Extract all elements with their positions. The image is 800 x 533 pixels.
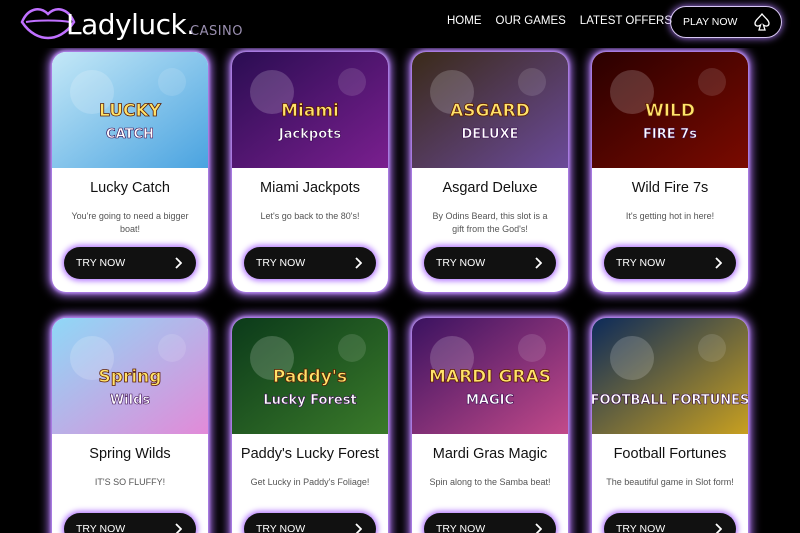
play-now-button[interactable]: PLAY NOW	[670, 6, 782, 38]
art-line-1: ASGARD	[450, 101, 530, 121]
game-title: Football Fortunes	[613, 446, 727, 462]
game-description: Let's go back to the 80's!	[260, 211, 360, 221]
chevron-right-icon	[355, 523, 362, 533]
chevron-right-icon	[535, 257, 542, 269]
game-thumbnail[interactable]: MARDI GRAS MAGIC	[412, 318, 568, 434]
art-line-2: DELUXE	[462, 127, 519, 142]
site-header: Ladyluck. CASINO HOME OUR GAMES LATEST O…	[0, 0, 800, 48]
game-title: Lucky Catch	[90, 180, 170, 196]
spade-icon	[754, 13, 770, 31]
game-description: It's getting hot in here!	[625, 211, 715, 221]
game-thumbnail[interactable]: ASGARD DELUXE	[412, 52, 568, 168]
art-line-2: Wilds	[110, 393, 151, 408]
game-description: You're going to need a bigger boat!	[71, 211, 189, 234]
brand-name: Ladyluck.	[66, 8, 195, 41]
game-card[interactable]: FOOTBALL FORTUNES Football Fortunes The be…	[592, 318, 748, 533]
art-line-1: Miami	[281, 101, 339, 121]
game-card[interactable]: Miami Jackpots Miami Jackpots Let's go back…	[232, 52, 388, 292]
game-title: Mardi Gras Magic	[432, 446, 548, 462]
try-now-button[interactable]: TRY NOW	[424, 513, 556, 533]
try-now-button[interactable]: TRY NOW	[604, 513, 736, 533]
game-description: The beautiful game in Slot form!	[606, 477, 734, 487]
try-now-label: TRY NOW	[256, 257, 306, 269]
game-description: Spin along to the Samba beat!	[429, 477, 551, 487]
try-now-button[interactable]: TRY NOW	[244, 513, 376, 533]
game-title: Wild Fire 7s	[631, 180, 709, 196]
game-description: Get Lucky in Paddy's Foliage!	[250, 477, 370, 487]
game-card[interactable]: WILD FIRE 7s Wild Fire 7s It's getting hot …	[592, 52, 748, 292]
art-line-2: CATCH	[106, 127, 154, 142]
try-now-label: TRY NOW	[616, 523, 666, 533]
game-title: Asgard Deluxe	[442, 180, 538, 196]
game-thumbnail[interactable]: LUCKY CATCH	[52, 52, 208, 168]
try-now-button[interactable]: TRY NOW	[244, 247, 376, 279]
try-now-button[interactable]: TRY NOW	[604, 247, 736, 279]
game-description: By Odins Beard, this slot is a gift from…	[432, 211, 548, 234]
game-card[interactable]: LUCKY CATCH Lucky Catch You're going to nee…	[52, 52, 208, 292]
play-now-label: PLAY NOW	[683, 16, 738, 28]
art-line-2: Lucky Forest	[263, 393, 356, 408]
chevron-right-icon	[175, 257, 182, 269]
try-now-button[interactable]: TRY NOW	[424, 247, 556, 279]
nav-our-games[interactable]: OUR GAMES	[496, 15, 566, 27]
try-now-button[interactable]: TRY NOW	[64, 513, 196, 533]
game-card[interactable]: ASGARD DELUXE Asgard Deluxe By Odins Beard,…	[412, 52, 568, 292]
try-now-label: TRY NOW	[76, 523, 126, 533]
try-now-button[interactable]: TRY NOW	[64, 247, 196, 279]
art-line-1: LUCKY	[99, 101, 162, 121]
game-thumbnail[interactable]: Paddy's Lucky Forest	[232, 318, 388, 434]
nav-latest-offers[interactable]: LATEST OFFERS	[580, 15, 672, 27]
nav-home[interactable]: HOME	[447, 15, 482, 27]
try-now-label: TRY NOW	[616, 257, 666, 269]
game-card[interactable]: Spring Wilds Spring Wilds IT'S SO FLUFFY! TR…	[52, 318, 208, 533]
game-description: IT'S SO FLUFFY!	[94, 477, 166, 487]
art-line-1: WILD	[645, 101, 695, 121]
main-nav: HOME OUR GAMES LATEST OFFERS	[447, 15, 672, 27]
game-title: Spring Wilds	[89, 446, 171, 462]
game-thumbnail[interactable]: WILD FIRE 7s	[592, 52, 748, 168]
game-thumbnail[interactable]: Miami Jackpots	[232, 52, 388, 168]
game-title: Paddy's Lucky Forest	[240, 446, 380, 462]
art-line-1: Paddy's	[273, 367, 347, 387]
try-now-label: TRY NOW	[436, 257, 486, 269]
chevron-right-icon	[175, 523, 182, 533]
art-line-2: FOOTBALL FORTUNES	[592, 393, 748, 408]
art-line-1: MARDI GRAS	[429, 367, 551, 387]
art-line-2: FIRE 7s	[643, 127, 697, 142]
art-line-1: Spring	[99, 367, 162, 387]
try-now-label: TRY NOW	[436, 523, 486, 533]
chevron-right-icon	[535, 523, 542, 533]
game-card[interactable]: Paddy's Lucky Forest Paddy's Lucky Forest G…	[232, 318, 388, 533]
game-title: Miami Jackpots	[260, 180, 360, 196]
try-now-label: TRY NOW	[76, 257, 126, 269]
chevron-right-icon	[355, 257, 362, 269]
brand-logo[interactable]: Ladyluck. CASINO	[18, 2, 258, 46]
art-line-2: Jackpots	[278, 127, 341, 142]
try-now-label: TRY NOW	[256, 523, 306, 533]
chevron-right-icon	[715, 257, 722, 269]
chevron-right-icon	[715, 523, 722, 533]
game-card[interactable]: MARDI GRAS MAGIC Mardi Gras Magic Spin alon…	[412, 318, 568, 533]
game-thumbnail[interactable]: FOOTBALL FORTUNES	[592, 318, 748, 434]
game-thumbnail[interactable]: Spring Wilds	[52, 318, 208, 434]
brand-sub: CASINO	[190, 24, 244, 39]
art-line-2: MAGIC	[466, 393, 514, 408]
